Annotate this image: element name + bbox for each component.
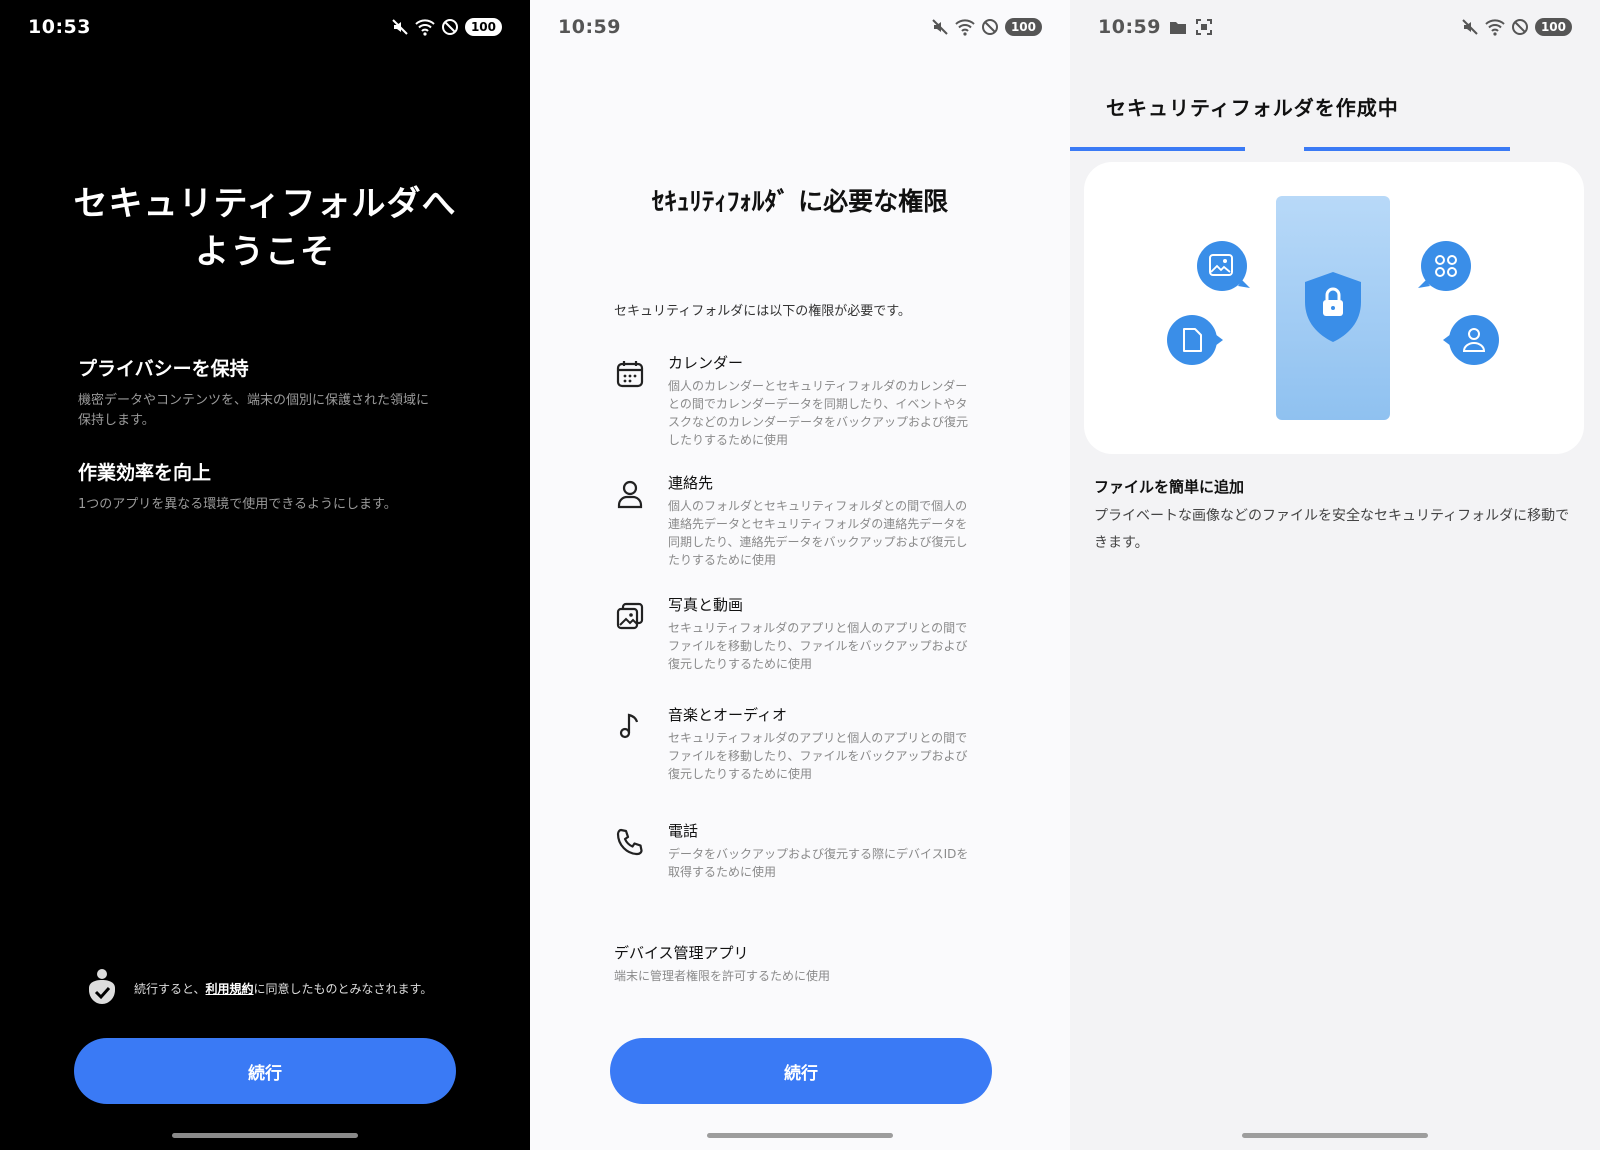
wifi-icon <box>415 18 435 36</box>
status-bar: 10:59 100 <box>1098 14 1572 40</box>
permission-phone: 電話 データをバックアップおよび復元する際にデバイスIDを 取得するために使用 <box>614 820 1004 881</box>
welcome-screen: 10:53 100 セキュリティフォルダへ ようこそ プライバシーを保持 機密デ… <box>0 0 530 1150</box>
battery-indicator: 100 <box>464 18 502 36</box>
step-description: プライベートな画像などのファイルを安全なセキュリティフォルダに移動できます。 <box>1094 508 1570 551</box>
document-bubble-icon <box>1167 315 1223 365</box>
battery-indicator: 100 <box>1534 18 1572 36</box>
calendar-icon <box>614 358 646 390</box>
status-time: 10:53 <box>28 16 91 38</box>
permission-title: 音楽とオーディオ <box>668 706 787 724</box>
page-title: セキュリティフォルダを作成中 <box>1106 96 1399 120</box>
permission-photos-videos: 写真と動画 セキュリティフォルダのアプリと個人のアプリとの間で ファイルを移動し… <box>614 594 1004 673</box>
permission-description: 個人のフォルダとセキュリティフォルダとの間で個人の 連絡先データとセキュリティフ… <box>668 499 968 567</box>
battery-indicator: 100 <box>1004 18 1042 36</box>
image-bubble-icon <box>1197 241 1250 291</box>
status-icons: 100 <box>931 18 1042 36</box>
status-time: 10:59 <box>558 16 621 38</box>
progress-step-2 <box>1304 147 1510 151</box>
person-icon <box>614 478 646 510</box>
phone-icon <box>614 826 646 858</box>
permission-title: 連絡先 <box>668 474 714 492</box>
do-not-disturb-icon <box>981 18 999 36</box>
permission-title: カレンダー <box>668 354 744 372</box>
permission-music-audio: 音楽とオーディオ セキュリティフォルダのアプリと個人のアプリとの間で ファイルを… <box>614 704 1004 783</box>
permission-description: 端末に管理者権限を許可するために使用 <box>614 969 831 983</box>
music-note-icon <box>614 710 646 742</box>
feature-efficiency: 作業効率を向上 1つのアプリを異なる環境で使用できるようにします。 <box>78 458 468 515</box>
apps-bubble-icon <box>1418 241 1471 291</box>
photos-icon <box>614 600 646 632</box>
mute-icon <box>1461 18 1479 36</box>
setup-progress <box>1070 147 1600 151</box>
home-indicator[interactable] <box>172 1133 358 1138</box>
status-time: 10:59 <box>1098 16 1161 38</box>
terms-notice: 続行すると、利用規約に同意したものとみなされます。 <box>86 968 432 1009</box>
permission-title: 電話 <box>668 822 699 840</box>
permission-description: セキュリティフォルダのアプリと個人のアプリとの間で ファイルを移動したり、ファイ… <box>668 731 968 781</box>
home-indicator[interactable] <box>707 1133 893 1138</box>
step-heading: ファイルを簡単に追加 <box>1094 478 1245 496</box>
device-admin-permission: デバイス管理アプリ 端末に管理者権限を許可するために使用 <box>614 942 830 984</box>
page-title: ｾｷｭﾘﾃｨﾌｫﾙﾀﾞ に必要な権限 <box>651 187 949 216</box>
mute-icon <box>391 18 409 36</box>
do-not-disturb-icon <box>441 18 459 36</box>
contact-bubble-icon <box>1443 315 1499 365</box>
creating-folder-screen: 10:59 100 セキュリティフォルダを作成中 ファイルを簡単に追加 プライベ… <box>1070 0 1600 1150</box>
permissions-intro: セキュリティフォルダには以下の権限が必要です。 <box>614 304 911 319</box>
page-title: セキュリティフォルダへ ようこそ <box>73 184 457 272</box>
feature-title: 作業効率を向上 <box>78 462 212 484</box>
feature-description: 1つのアプリを異なる環境で使用できるようにします。 <box>78 497 397 512</box>
do-not-disturb-icon <box>1511 18 1529 36</box>
continue-button[interactable]: 続行 <box>74 1038 456 1104</box>
feature-privacy: プライバシーを保持 機密データやコンテンツを、端末の個別に保護された領域に 保持… <box>78 354 468 431</box>
status-icons: 100 <box>1461 18 1572 36</box>
privacy-person-icon <box>86 968 118 1009</box>
permission-description: データをバックアップおよび復元する際にデバイスIDを 取得するために使用 <box>668 847 969 879</box>
status-icons: 100 <box>391 18 502 36</box>
permission-contacts: 連絡先 個人のフォルダとセキュリティフォルダとの間で個人の 連絡先データとセキュ… <box>614 472 1004 569</box>
permission-title: デバイス管理アプリ <box>614 944 749 962</box>
wifi-icon <box>955 18 975 36</box>
continue-button[interactable]: 続行 <box>610 1038 992 1104</box>
wifi-icon <box>1485 18 1505 36</box>
screenshot-icon <box>1195 18 1213 36</box>
home-indicator[interactable] <box>1242 1133 1428 1138</box>
permissions-screen: 10:59 100 ｾｷｭﾘﾃｨﾌｫﾙﾀﾞ に必要な権限 セキュリティフォルダに… <box>530 0 1070 1150</box>
permission-calendar: カレンダー 個人のカレンダーとセキュリティフォルダのカレンダー との間でカレンダ… <box>614 352 1004 449</box>
progress-step-1 <box>1070 147 1245 151</box>
permission-title: 写真と動画 <box>668 596 744 614</box>
terms-link[interactable]: 利用規約 <box>206 982 254 996</box>
security-folder-illustration <box>1084 162 1584 454</box>
permission-description: セキュリティフォルダのアプリと個人のアプリとの間で ファイルを移動したり、ファイ… <box>668 621 968 671</box>
folder-icon <box>1169 19 1187 35</box>
permission-description: 個人のカレンダーとセキュリティフォルダのカレンダー との間でカレンダーデータを同… <box>668 379 969 447</box>
feature-description: 機密データやコンテンツを、端末の個別に保護された領域に 保持します。 <box>78 393 430 428</box>
status-bar: 10:53 100 <box>28 14 502 40</box>
feature-title: プライバシーを保持 <box>78 358 249 380</box>
status-bar: 10:59 100 <box>558 14 1042 40</box>
mute-icon <box>931 18 949 36</box>
